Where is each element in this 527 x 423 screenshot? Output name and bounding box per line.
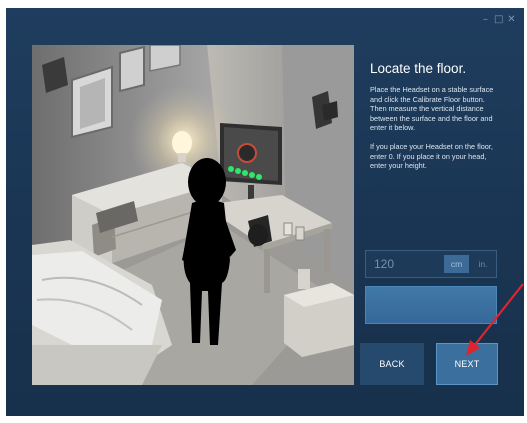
height-input[interactable]: 120 xyxy=(374,257,434,271)
maximize-icon[interactable]: □ xyxy=(494,14,503,25)
instruction-panel: Locate the floor. Place the Headset on a… xyxy=(360,45,501,385)
instruction-paragraph: If you place your Headset on the floor, … xyxy=(370,141,493,171)
back-button[interactable]: BACK xyxy=(360,343,424,385)
close-icon[interactable]: ✕ xyxy=(507,14,516,25)
calibrate-floor-button[interactable] xyxy=(365,286,497,324)
page-title: Locate the floor. xyxy=(370,61,467,76)
picture-frame xyxy=(119,45,145,93)
window-controls: – □ ✕ xyxy=(481,14,516,25)
instruction-paragraph: Place the Headset on a stable surface an… xyxy=(370,85,494,133)
minimize-icon[interactable]: – xyxy=(481,14,490,25)
unit-in-toggle[interactable]: in. xyxy=(472,255,494,273)
unit-cm-toggle[interactable]: cm xyxy=(444,255,469,273)
next-button[interactable]: NEXT xyxy=(436,343,498,385)
height-field: 120 cm in. xyxy=(365,250,497,278)
instructions-text: Place the Headset on a stable surface an… xyxy=(370,85,498,171)
picture-frame xyxy=(71,65,113,139)
room-illustration xyxy=(32,45,354,385)
